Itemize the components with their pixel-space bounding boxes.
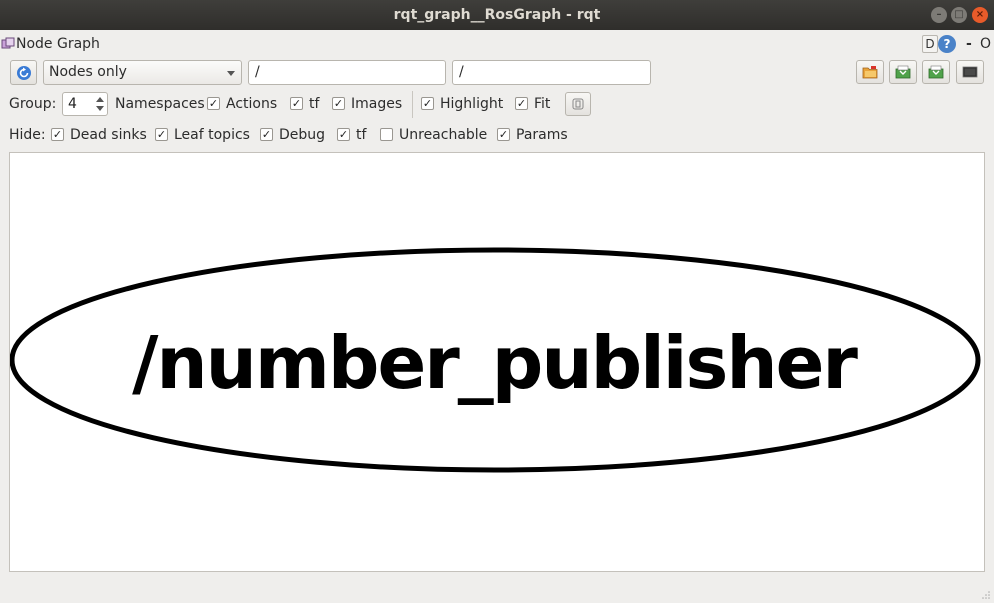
highlight-checkbox[interactable]: ✓ <box>421 97 434 110</box>
resize-grip-icon[interactable] <box>981 590 991 600</box>
node-filter-input[interactable]: / <box>248 60 446 85</box>
image-icon <box>962 66 978 78</box>
graph-node-label: /number_publisher <box>132 321 858 405</box>
chevron-down-icon <box>227 71 235 76</box>
debug-label: Debug <box>279 127 326 143</box>
fit-label: Fit <box>534 96 551 112</box>
spin-up-icon[interactable] <box>96 97 104 102</box>
plugin-icon <box>1 37 15 49</box>
toolbar-separator <box>412 91 413 118</box>
unreachable-label: Unreachable <box>399 127 488 143</box>
close-icon[interactable]: × <box>972 7 988 23</box>
graph-view: /number_publisher <box>10 247 981 473</box>
images-checkbox[interactable]: ✓ <box>332 97 345 110</box>
hide-tf-label: tf <box>356 127 367 143</box>
images-label: Images <box>351 96 403 112</box>
graph-canvas[interactable]: /number_publisher <box>9 152 985 572</box>
dock-toggle-button[interactable]: D <box>922 35 938 53</box>
save-svg-button[interactable] <box>922 60 950 84</box>
highlight-label: Highlight <box>440 96 504 112</box>
actions-checkbox[interactable]: ✓ <box>207 97 220 110</box>
params-label: Params <box>516 127 568 143</box>
minimize-icon[interactable]: – <box>931 7 947 23</box>
debug-checkbox[interactable]: ✓ <box>260 128 273 141</box>
refresh-button[interactable] <box>10 60 37 85</box>
group-label: Group: <box>9 96 57 112</box>
save-image-button[interactable] <box>956 60 984 84</box>
tf-checkbox[interactable]: ✓ <box>290 97 303 110</box>
leaf-topics-checkbox[interactable]: ✓ <box>155 128 168 141</box>
group-value: 4 <box>68 96 77 112</box>
unreachable-checkbox[interactable] <box>380 128 393 141</box>
fit-in-view-icon <box>572 98 584 110</box>
help-icon[interactable]: ? <box>938 35 956 53</box>
save-icon <box>895 65 911 79</box>
view-mode-value: Nodes only <box>49 64 127 80</box>
plugin-close-button[interactable]: O <box>980 34 991 54</box>
fit-in-view-button[interactable] <box>565 92 591 116</box>
hide-label: Hide: <box>9 127 46 143</box>
window-title: rqt_graph__RosGraph - rqt <box>393 7 601 23</box>
topic-filter-input[interactable]: / <box>452 60 651 85</box>
actions-label: Actions <box>226 96 278 112</box>
leaf-topics-label: Leaf topics <box>174 127 250 143</box>
params-checkbox[interactable]: ✓ <box>497 128 510 141</box>
maximize-icon[interactable]: □ <box>951 7 967 23</box>
dead-sinks-checkbox[interactable]: ✓ <box>51 128 64 141</box>
group-spinbox[interactable]: 4 <box>62 92 108 116</box>
refresh-icon <box>16 65 31 80</box>
save-dot-button[interactable] <box>889 60 917 84</box>
tf-label: tf <box>309 96 320 112</box>
plugin-minimize-button[interactable]: - <box>966 34 972 54</box>
namespaces-label: Namespaces <box>115 96 205 112</box>
save-svg-icon <box>928 65 944 79</box>
spin-down-icon[interactable] <box>96 106 104 111</box>
fit-checkbox[interactable]: ✓ <box>515 97 528 110</box>
dead-sinks-label: Dead sinks <box>70 127 147 143</box>
hide-tf-checkbox[interactable]: ✓ <box>337 128 350 141</box>
view-mode-select[interactable]: Nodes only <box>43 60 242 85</box>
window-titlebar: rqt_graph__RosGraph - rqt – □ × <box>0 0 994 30</box>
plugin-title: Node Graph <box>16 36 100 52</box>
folder-open-icon <box>862 66 878 79</box>
load-dot-button[interactable] <box>856 60 884 84</box>
